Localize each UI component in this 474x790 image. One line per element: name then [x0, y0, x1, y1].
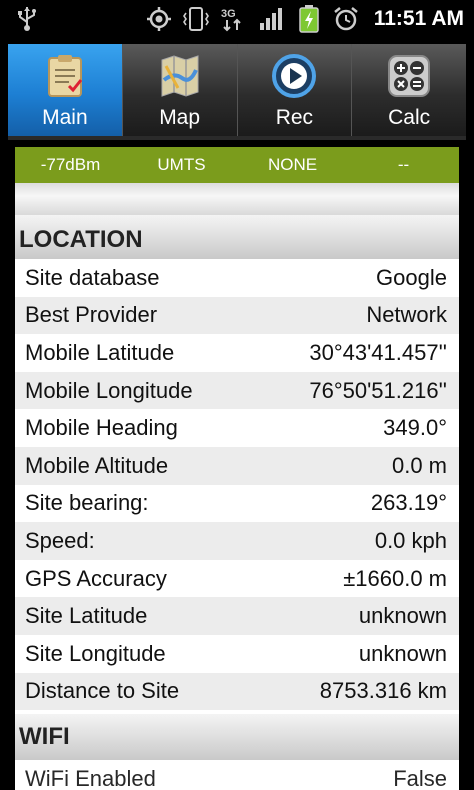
row-label: Speed: [25, 527, 95, 553]
row-value: 8753.316 km [319, 678, 447, 704]
row-value: 0.0 kph [374, 527, 447, 553]
wifi-list: WiFi Enabled False [15, 760, 459, 790]
row-label: Mobile Latitude [25, 339, 175, 365]
location-list: Site database Google Best Provider Netwo… [15, 259, 459, 711]
row-label: Mobile Longitude [25, 377, 193, 403]
tab-calc[interactable]: Calc [352, 44, 466, 136]
row-label: Site Latitude [25, 603, 148, 629]
main-content[interactable]: -77dBm UMTS NONE -- LOCATION Site databa… [15, 147, 459, 790]
usb-icon [16, 6, 38, 32]
row-label: WiFi Enabled [25, 765, 156, 790]
row-value: 30°43'41.457'' [309, 339, 447, 365]
3g-icon: 3G [220, 6, 246, 32]
row-label: Site database [25, 264, 160, 290]
row-label: Best Provider [25, 302, 158, 328]
row-label: Mobile Heading [25, 415, 178, 441]
divider [15, 183, 459, 215]
tab-main-label: Main [42, 106, 88, 129]
list-item: Mobile Latitude 30°43'41.457'' [15, 334, 459, 372]
tab-rec-label: Rec [275, 106, 314, 129]
status-bar: 3G 11:51 AM [0, 0, 474, 38]
tab-bar: Main Map Rec Calc [8, 44, 466, 136]
row-value: unknown [358, 603, 447, 629]
list-item: Mobile Altitude 0.0 m [15, 446, 459, 485]
tab-map-label: Map [159, 106, 201, 129]
signal-extra: -- [397, 155, 410, 174]
map-icon [156, 52, 204, 100]
network-type: UMTS [157, 155, 206, 174]
row-value: Google [376, 264, 447, 290]
list-item: Site Longitude unknown [15, 634, 459, 673]
record-icon [270, 52, 318, 100]
list-item: Mobile Heading 349.0° [15, 409, 459, 447]
tab-map[interactable]: Map [122, 44, 238, 136]
clipboard-icon [41, 52, 89, 100]
signal-strength: -77dBm [40, 155, 101, 174]
row-label: GPS Accuracy [25, 565, 167, 591]
tab-rec[interactable]: Rec [237, 44, 353, 136]
list-item: GPS Accuracy ±1660.0 m [15, 559, 459, 598]
vibrate-icon [182, 6, 210, 32]
signal-status-bar: -77dBm UMTS NONE -- [15, 147, 459, 183]
row-label: Distance to Site [25, 678, 180, 704]
row-value: 76°50'51.216'' [309, 377, 447, 403]
svg-text:3G: 3G [221, 8, 236, 20]
signal-icon [258, 6, 286, 32]
row-value: 349.0° [383, 415, 447, 441]
row-value: False [393, 765, 447, 790]
tab-main[interactable]: Main [8, 44, 123, 136]
status-time: 11:51 AM [373, 7, 464, 30]
list-item: Best Provider Network [15, 296, 459, 335]
row-value: unknown [358, 640, 447, 666]
tab-underline [8, 136, 466, 140]
list-item: Site database Google [15, 259, 459, 297]
list-item: Site Latitude unknown [15, 597, 459, 635]
tab-calc-label: Calc [388, 106, 431, 129]
row-label: Site bearing: [25, 490, 149, 516]
list-item: Site bearing: 263.19° [15, 484, 459, 523]
row-value: Network [366, 302, 447, 328]
list-item: Mobile Longitude 76°50'51.216'' [15, 371, 459, 410]
connection-status: NONE [267, 155, 318, 174]
row-label: Site Longitude [25, 640, 166, 666]
battery-charging-icon [298, 5, 320, 33]
row-value: 0.0 m [391, 452, 447, 478]
row-label: Mobile Altitude [25, 452, 169, 478]
wifi-header: WIFI [15, 714, 459, 761]
list-item: Distance to Site 8753.316 km [15, 672, 459, 711]
list-item: WiFi Enabled False [15, 760, 459, 790]
row-value: 263.19° [370, 490, 447, 516]
list-item: Speed: 0.0 kph [15, 522, 459, 560]
calculator-icon [385, 52, 433, 100]
alarm-icon [332, 6, 360, 32]
row-value: ±1660.0 m [343, 565, 447, 591]
gps-icon [145, 6, 173, 32]
location-header: LOCATION [15, 215, 459, 259]
